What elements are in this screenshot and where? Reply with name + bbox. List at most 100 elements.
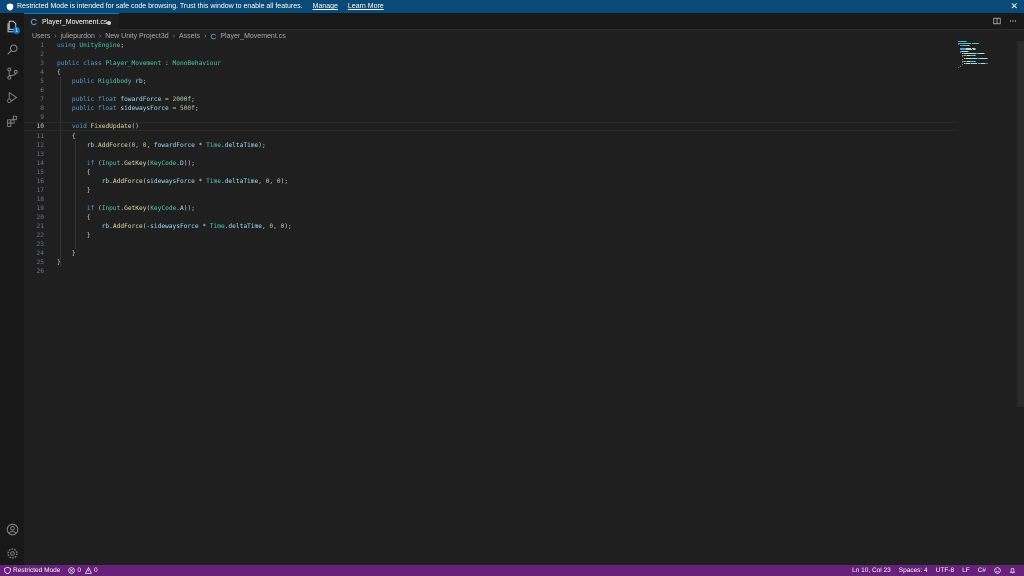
line-number: 10 bbox=[36, 123, 44, 131]
code-editor[interactable]: 1 using UnityEngine; 2 3 public class Player… bbox=[24, 41, 1016, 565]
breadcrumb-item[interactable]: New Unity Project3d bbox=[105, 33, 168, 40]
code-line[interactable]: 17 } bbox=[24, 186, 956, 195]
source-control-icon[interactable] bbox=[4, 65, 20, 81]
line-number: 22 bbox=[36, 232, 44, 240]
minimap-line bbox=[958, 67, 959, 69]
breadcrumb-item[interactable]: Player_Movement.cs bbox=[220, 33, 285, 40]
eol-status[interactable]: LF bbox=[958, 565, 974, 576]
code-line[interactable]: 7 public float fowardForce = 2000f; bbox=[24, 95, 956, 104]
search-icon[interactable] bbox=[4, 41, 20, 57]
code-text: public Rigidbody rb; bbox=[71, 78, 147, 86]
code-line[interactable]: 22 } bbox=[24, 231, 956, 240]
line-number: 26 bbox=[36, 268, 44, 276]
shield-icon bbox=[4, 567, 11, 574]
minimap-line bbox=[974, 60, 976, 62]
manage-link[interactable]: Manage bbox=[313, 3, 338, 10]
indentation-status[interactable]: Spaces: 4 bbox=[895, 565, 932, 576]
code-line[interactable]: 8 public float sidewaysForce = 500f; bbox=[24, 104, 956, 113]
line-number: 14 bbox=[36, 159, 44, 167]
learn-more-link[interactable]: Learn More bbox=[348, 3, 384, 10]
code-line[interactable]: 19 if (Input.GetKey(KeyCode.A)); bbox=[24, 204, 956, 213]
split-editor-icon[interactable] bbox=[992, 16, 1002, 26]
breadcrumb-item[interactable]: juliepurdon bbox=[61, 33, 95, 40]
code-line[interactable]: 6 bbox=[24, 86, 956, 95]
minimap-line bbox=[960, 66, 961, 68]
files-icon[interactable]: 1 bbox=[4, 18, 20, 34]
minimap-line bbox=[987, 63, 988, 64]
minimap-line bbox=[965, 48, 972, 50]
line-number: 19 bbox=[36, 204, 44, 212]
code-line[interactable]: 21 rb.AddForce(-sidewaysForce * Time.del… bbox=[24, 222, 956, 231]
line-number: 1 bbox=[40, 42, 44, 49]
code-line[interactable]: 25} bbox=[24, 258, 956, 267]
unsaved-dot-icon[interactable] bbox=[107, 21, 111, 25]
minimap-line bbox=[968, 45, 969, 47]
code-line[interactable]: 13 bbox=[24, 150, 956, 159]
breadcrumb-item[interactable]: Assets bbox=[179, 33, 200, 40]
csharp-file-icon bbox=[210, 33, 217, 40]
line-number: 13 bbox=[36, 150, 44, 158]
code-line[interactable]: 1 using UnityEngine; bbox=[24, 41, 956, 50]
line-number: 16 bbox=[36, 177, 44, 185]
notifications-bell-icon[interactable] bbox=[1005, 565, 1020, 576]
encoding-status[interactable]: UTF-8 bbox=[932, 565, 958, 576]
minimap-line bbox=[970, 63, 977, 64]
line-number: 3 bbox=[40, 60, 44, 68]
explorer-badge: 1 bbox=[13, 27, 20, 34]
code-line[interactable]: 24 } bbox=[24, 249, 956, 258]
code-line[interactable]: 12 rb.AddForce(0, 0, fowardForce * Time.… bbox=[24, 141, 956, 150]
line-number: 11 bbox=[36, 132, 44, 140]
tab-player-movement[interactable]: Player_Movement.cs bbox=[24, 13, 119, 30]
close-icon[interactable]: ✕ bbox=[1010, 1, 1018, 12]
code-line[interactable]: 26 bbox=[24, 267, 956, 276]
code-line[interactable]: 10 void FixedUpdate() bbox=[24, 122, 956, 132]
code-line[interactable]: 3 public class Player_Movement : MonoBeha… bbox=[24, 59, 956, 68]
line-number: 24 bbox=[36, 250, 44, 258]
code-line[interactable]: 18 bbox=[24, 195, 956, 204]
line-number: 23 bbox=[36, 241, 44, 249]
minimap-line bbox=[962, 58, 963, 60]
restricted-mode-status[interactable]: Restricted Mode bbox=[0, 565, 64, 576]
code-line[interactable]: 11 { bbox=[24, 132, 956, 141]
code-line[interactable]: 9 bbox=[24, 113, 956, 122]
code-text: public float fowardForce = 2000f; bbox=[71, 96, 195, 104]
code-text: using UnityEngine; bbox=[57, 42, 125, 49]
line-number: 18 bbox=[36, 195, 44, 203]
feedback-icon[interactable] bbox=[990, 565, 1005, 576]
settings-gear-icon[interactable] bbox=[4, 545, 20, 561]
warning-icon bbox=[84, 567, 92, 574]
line-number: 7 bbox=[40, 96, 44, 104]
code-text: { bbox=[57, 213, 91, 221]
cursor-position[interactable]: Ln 10, Col 23 bbox=[848, 565, 895, 576]
more-actions-icon[interactable] bbox=[1008, 16, 1018, 26]
code-line[interactable]: 16 rb.AddForce(sidewaysForce * Time.delt… bbox=[24, 177, 956, 186]
breadcrumb-item[interactable]: Users bbox=[32, 33, 50, 40]
minimap[interactable] bbox=[958, 41, 1014, 71]
minimap-line bbox=[974, 55, 976, 57]
problems-status[interactable]: 0 0 bbox=[64, 565, 101, 576]
minimap-line bbox=[970, 57, 977, 59]
code-line[interactable]: 23 bbox=[24, 240, 956, 249]
language-mode[interactable]: C# bbox=[974, 565, 990, 576]
line-number: 15 bbox=[36, 168, 44, 176]
code-text: void FixedUpdate() bbox=[71, 123, 139, 131]
error-icon bbox=[68, 567, 75, 574]
code-line[interactable]: 14 if (Input.GetKey(KeyCode.D)); bbox=[24, 159, 956, 168]
indent-guide bbox=[60, 77, 61, 268]
run-debug-icon[interactable] bbox=[4, 89, 20, 105]
account-icon[interactable] bbox=[4, 521, 20, 537]
line-number: 17 bbox=[36, 186, 44, 194]
indent-guide bbox=[75, 140, 76, 250]
code-line[interactable]: 15 { bbox=[24, 168, 956, 177]
extensions-icon[interactable] bbox=[4, 113, 20, 129]
vertical-scrollbar[interactable] bbox=[1017, 41, 1024, 407]
code-line[interactable]: 2 bbox=[24, 50, 956, 59]
code-line[interactable]: 4{ bbox=[24, 68, 956, 77]
code-text: if (Input.GetKey(KeyCode.A)); bbox=[86, 204, 195, 212]
chevron-right-icon: › bbox=[98, 32, 102, 40]
error-count: 0 bbox=[77, 567, 81, 574]
chevron-right-icon: › bbox=[172, 32, 175, 40]
banner-message: Restricted Mode is intended for safe cod… bbox=[17, 3, 303, 10]
code-line[interactable]: 20 { bbox=[24, 213, 956, 222]
code-line[interactable]: 5 public Rigidbody rb; bbox=[24, 77, 956, 86]
